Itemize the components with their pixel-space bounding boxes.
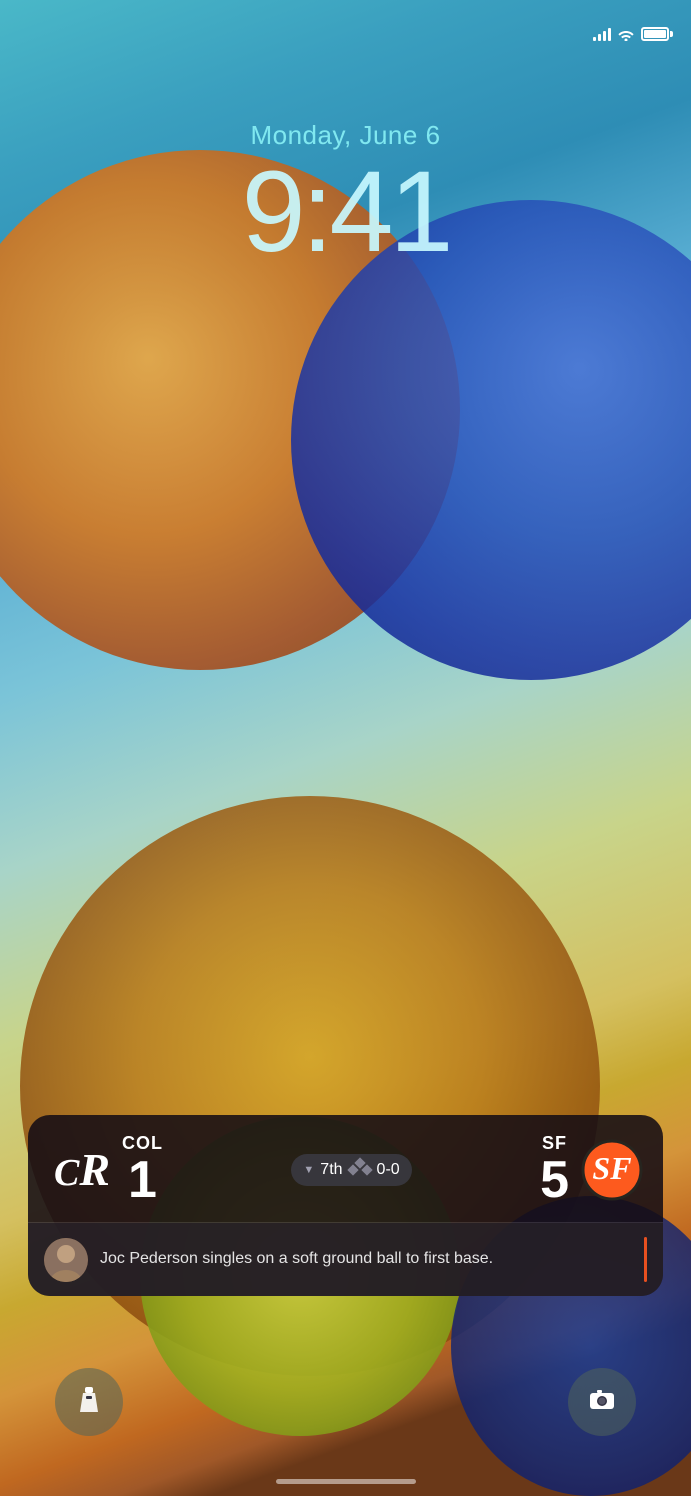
signal-icon (593, 27, 611, 41)
flashlight-button[interactable] (55, 1368, 123, 1436)
away-team: CR COL 1 (48, 1133, 163, 1206)
battery-icon (641, 27, 673, 41)
inning-badge: ▼ 7th 0-0 (291, 1154, 411, 1186)
inning-info: ▼ 7th 0-0 (291, 1154, 411, 1186)
score-notification: Joc Pederson singles on a soft ground ba… (28, 1223, 663, 1296)
svg-text:SF: SF (592, 1150, 631, 1186)
player-avatar (44, 1238, 88, 1282)
notification-text: Joc Pederson singles on a soft ground ba… (100, 1248, 632, 1270)
away-team-score: 1 (128, 1154, 157, 1206)
game-count: 0-0 (377, 1161, 400, 1179)
score-widget[interactable]: CR COL 1 ▼ 7th (28, 1115, 663, 1296)
home-team-score: 5 (540, 1154, 569, 1206)
camera-icon (589, 1388, 615, 1417)
col-logo: CR (48, 1139, 110, 1201)
notification-bar (644, 1237, 647, 1282)
flashlight-icon (76, 1386, 102, 1419)
svg-text:CR: CR (54, 1144, 108, 1195)
away-team-info: COL 1 (122, 1133, 163, 1206)
home-team-info: SF 5 (540, 1133, 569, 1206)
bottom-controls (0, 1368, 691, 1436)
score-main: CR COL 1 ▼ 7th (28, 1115, 663, 1222)
status-bar (0, 0, 691, 55)
home-team: SF 5 SF (540, 1133, 643, 1206)
camera-button[interactable] (568, 1368, 636, 1436)
sf-logo: SF (581, 1139, 643, 1201)
game-info: ▼ 7th 0-0 (291, 1154, 411, 1186)
time-display: 9:41 (242, 155, 450, 270)
bases-display (349, 1159, 371, 1181)
status-icons (593, 27, 673, 41)
home-indicator (276, 1479, 416, 1484)
wifi-icon (617, 27, 635, 41)
datetime-container: Monday, June 6 9:41 (0, 120, 691, 270)
inning-number: 7th (320, 1161, 342, 1179)
inning-direction: ▼ (303, 1164, 314, 1176)
date-display: Monday, June 6 (250, 120, 440, 151)
